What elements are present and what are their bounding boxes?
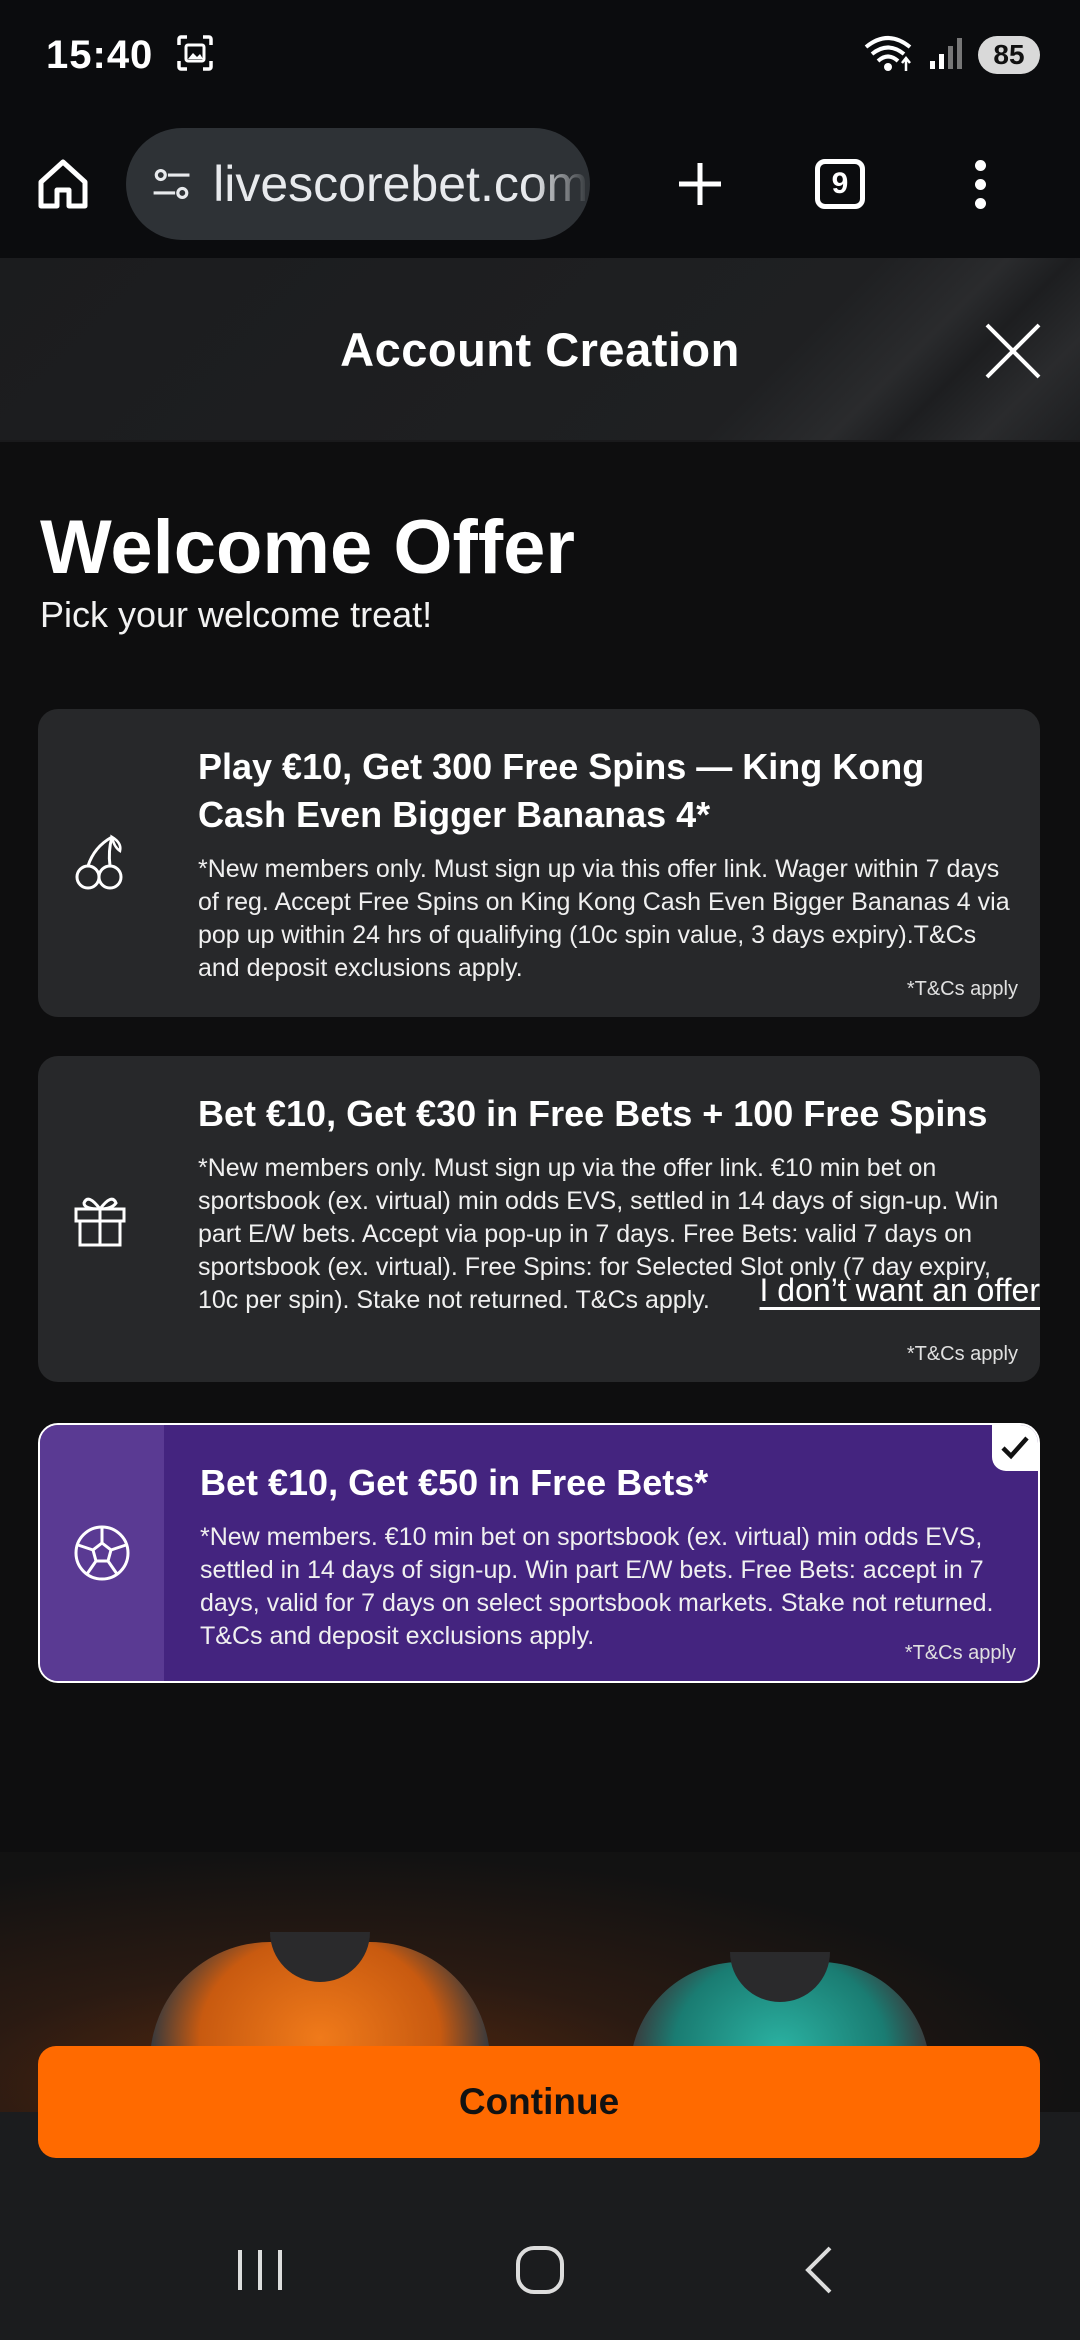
- offer-description: *New members only. Must sign up via this…: [198, 855, 1010, 982]
- page-title: Account Creation: [340, 322, 740, 376]
- football-icon: [74, 1525, 130, 1581]
- welcome-title: Welcome Offer: [40, 505, 575, 590]
- offer-card-free-spins[interactable]: Play €10, Get 300 Free Spins — King Kong…: [38, 709, 1040, 1017]
- system-navigation-bar: [0, 2200, 1080, 2340]
- modal-header: Account Creation: [0, 258, 1080, 442]
- cherry-icon: [75, 834, 123, 890]
- offer-card-free-bets[interactable]: Bet €10, Get €50 in Free Bets* *New memb…: [38, 1423, 1040, 1683]
- site-settings-icon[interactable]: [150, 160, 193, 208]
- tab-count: 9: [815, 159, 865, 209]
- more-vertical-icon: [974, 159, 986, 209]
- offer-description: *New members. €10 min bet on sportsbook …: [200, 1523, 994, 1650]
- offer-tcs[interactable]: *T&Cs apply: [907, 1343, 1018, 1366]
- offer-icon-container: [38, 1056, 162, 1382]
- offer-title: Bet €10, Get €50 in Free Bets*: [200, 1462, 709, 1503]
- offer-icon-container: [40, 1425, 164, 1681]
- offer-card-free-bets-spins[interactable]: Bet €10, Get €30 in Free Bets + 100 Free…: [38, 1056, 1040, 1382]
- browser-toolbar: livescorebet.com/ie 9: [0, 110, 1080, 258]
- offer-tcs[interactable]: *T&Cs apply: [907, 978, 1018, 1001]
- url-text: livescorebet.com/ie: [213, 156, 590, 212]
- offer-title: Bet €10, Get €30 in Free Bets + 100 Free…: [198, 1093, 988, 1134]
- close-icon[interactable]: [982, 320, 1044, 382]
- address-bar[interactable]: livescorebet.com/ie: [126, 128, 590, 240]
- checkmark-icon: [1001, 1436, 1029, 1460]
- offer-tcs[interactable]: *T&Cs apply: [905, 1642, 1016, 1665]
- signal-icon: [928, 35, 964, 76]
- status-bar: 15:40 85: [0, 0, 1080, 110]
- home-icon: [38, 159, 88, 209]
- home-button[interactable]: [30, 146, 96, 222]
- gift-icon: [74, 1197, 126, 1247]
- battery-indicator: 85: [978, 36, 1040, 74]
- welcome-subtitle: Pick your welcome treat!: [40, 594, 433, 635]
- status-time: 15:40: [46, 32, 154, 77]
- new-tab-button[interactable]: [630, 134, 770, 234]
- back-icon[interactable]: [790, 2242, 850, 2298]
- no-offer-link[interactable]: I don’t want an offer: [760, 1272, 1040, 1309]
- home-nav-icon[interactable]: [510, 2242, 570, 2298]
- offer-title: Play €10, Get 300 Free Spins — King Kong…: [198, 746, 925, 835]
- wifi-icon: [862, 33, 914, 78]
- continue-button[interactable]: Continue: [38, 2046, 1040, 2158]
- screenshot-icon: [175, 33, 215, 78]
- selected-badge: [992, 1425, 1038, 1471]
- browser-menu-button[interactable]: [910, 134, 1050, 234]
- offer-icon-container: [38, 709, 162, 1017]
- tab-switcher-button[interactable]: 9: [770, 134, 910, 234]
- plus-icon: [679, 163, 721, 205]
- recent-apps-icon[interactable]: [230, 2242, 290, 2298]
